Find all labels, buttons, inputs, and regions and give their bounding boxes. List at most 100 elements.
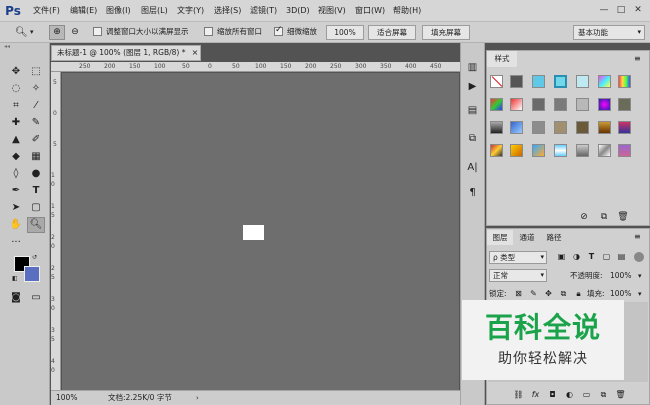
close-window-button[interactable]: ✕ bbox=[630, 3, 646, 17]
brush-tool-icon[interactable]: ✎ bbox=[28, 116, 44, 130]
style-swatch[interactable] bbox=[618, 144, 631, 157]
character-panel-icon[interactable]: A| bbox=[464, 160, 481, 175]
layer-mask-icon[interactable]: ◘ bbox=[547, 389, 558, 401]
lock-transparent-icon[interactable]: ⊠ bbox=[513, 288, 524, 300]
trash-icon[interactable]: 🗑︎ bbox=[617, 211, 629, 223]
style-swatch[interactable] bbox=[532, 121, 545, 134]
clone-stamp-tool-icon[interactable]: ▲ bbox=[8, 133, 24, 147]
new-style-icon[interactable]: ⧉ bbox=[598, 211, 610, 223]
crop-tool-icon[interactable]: ⌗ bbox=[8, 99, 24, 113]
screen-mode-icon[interactable]: ▭ bbox=[28, 291, 44, 305]
style-swatch[interactable] bbox=[510, 144, 523, 157]
tab-styles[interactable]: 样式 bbox=[487, 51, 517, 67]
chevron-down-icon[interactable]: ▾ bbox=[638, 288, 642, 300]
menu-type[interactable]: 文字(Y) bbox=[177, 4, 204, 18]
type-tool-icon[interactable]: T bbox=[28, 184, 44, 198]
eraser-tool-icon[interactable]: ◆ bbox=[8, 150, 24, 164]
healing-brush-tool-icon[interactable]: ✚ bbox=[8, 116, 24, 130]
tab-channels[interactable]: 通道 bbox=[514, 230, 540, 245]
tab-layers[interactable]: 图层 bbox=[487, 230, 513, 245]
move-tool-icon[interactable]: ✥ bbox=[8, 65, 24, 79]
style-swatch[interactable] bbox=[554, 144, 567, 157]
marquee-tool-icon[interactable]: ⬚ bbox=[28, 65, 44, 79]
style-swatch[interactable] bbox=[490, 121, 503, 134]
new-layer-icon[interactable]: ⧉ bbox=[598, 389, 609, 401]
properties-panel-icon[interactable]: ▤ bbox=[464, 103, 481, 118]
magic-wand-tool-icon[interactable]: ✧ bbox=[28, 82, 44, 96]
style-swatch[interactable] bbox=[532, 144, 545, 157]
opacity-value[interactable]: 100% bbox=[610, 270, 631, 282]
chevron-down-icon[interactable]: ▾ bbox=[30, 25, 38, 40]
style-swatch[interactable] bbox=[618, 98, 631, 111]
filter-pixel-icon[interactable]: ▣ bbox=[556, 251, 567, 263]
style-swatch[interactable] bbox=[618, 121, 631, 134]
zoom-tool-preset-icon[interactable]: 🔍︎ bbox=[15, 25, 29, 40]
style-swatch[interactable] bbox=[510, 75, 523, 88]
zoom-100-button[interactable]: 100% bbox=[326, 25, 364, 40]
trash-icon[interactable]: 🗑︎ bbox=[615, 389, 626, 401]
more-tools-icon[interactable]: ··· bbox=[8, 236, 24, 250]
menu-3d[interactable]: 3D(D) bbox=[286, 4, 310, 18]
shape-tool-icon[interactable]: ▢ bbox=[28, 201, 44, 215]
path-selection-tool-icon[interactable]: ➤ bbox=[8, 201, 24, 215]
chevron-right-icon[interactable]: › bbox=[196, 391, 199, 405]
style-swatch-none[interactable] bbox=[490, 75, 503, 88]
background-color-swatch[interactable] bbox=[24, 266, 40, 282]
style-swatch[interactable] bbox=[532, 75, 545, 88]
menu-file[interactable]: 文件(F) bbox=[33, 4, 60, 18]
menu-help[interactable]: 帮助(H) bbox=[393, 4, 421, 18]
fill-value[interactable]: 100% bbox=[610, 288, 631, 300]
filter-smart-object-icon[interactable]: ▤ bbox=[616, 251, 627, 263]
scrubby-zoom-checkbox[interactable] bbox=[274, 25, 283, 36]
filter-toggle[interactable] bbox=[634, 252, 644, 262]
blur-tool-icon[interactable]: ◊ bbox=[8, 167, 24, 181]
panel-menu-icon[interactable]: ≡ bbox=[634, 232, 646, 242]
layer-effects-icon[interactable]: fx bbox=[530, 389, 541, 401]
clear-style-icon[interactable]: ⊘ bbox=[578, 211, 590, 223]
maximize-button[interactable]: □ bbox=[613, 3, 629, 17]
status-zoom[interactable]: 100% bbox=[56, 391, 77, 405]
zoom-all-windows-checkbox[interactable] bbox=[204, 27, 213, 36]
group-folder-icon[interactable]: ▭ bbox=[581, 389, 592, 401]
style-swatch[interactable] bbox=[490, 144, 503, 157]
blend-mode-select[interactable]: 正常 ▾ bbox=[489, 269, 547, 282]
quick-mask-icon[interactable]: ◙ bbox=[8, 291, 24, 305]
zoom-tool-icon[interactable]: 🔍︎ bbox=[27, 217, 45, 233]
dodge-tool-icon[interactable]: ● bbox=[28, 167, 44, 181]
pen-tool-icon[interactable]: ✒ bbox=[8, 184, 24, 198]
filter-adjustment-icon[interactable]: ◑ bbox=[571, 251, 582, 263]
actions-panel-icon[interactable]: ▶ bbox=[464, 79, 481, 94]
history-panel-icon[interactable]: ▥ bbox=[464, 60, 481, 75]
lock-artboard-icon[interactable]: ⧉ bbox=[558, 288, 569, 300]
menu-view[interactable]: 视图(V) bbox=[318, 4, 346, 18]
workspace-select[interactable]: 基本功能 ▾ bbox=[573, 25, 645, 40]
layer-kind-filter[interactable]: ρ 类型 ▾ bbox=[489, 251, 547, 264]
style-swatch[interactable] bbox=[576, 75, 589, 88]
style-swatch[interactable] bbox=[598, 144, 611, 157]
resize-windows-checkbox[interactable] bbox=[93, 27, 102, 36]
link-layers-icon[interactable]: ⛓︎ bbox=[513, 389, 524, 401]
photoshop-logo[interactable]: Ps bbox=[3, 2, 23, 20]
lock-all-icon[interactable]: 🔒︎ bbox=[573, 288, 584, 300]
filter-shape-icon[interactable]: ▢ bbox=[601, 251, 612, 263]
hand-tool-icon[interactable]: ✋ bbox=[8, 218, 24, 232]
style-swatch[interactable] bbox=[598, 121, 611, 134]
style-swatch[interactable] bbox=[490, 98, 503, 111]
menu-select[interactable]: 选择(S) bbox=[214, 4, 241, 18]
tab-paths[interactable]: 路径 bbox=[541, 230, 567, 245]
close-icon[interactable]: × bbox=[190, 46, 200, 60]
style-swatch[interactable] bbox=[576, 121, 589, 134]
paragraph-panel-icon[interactable]: ¶ bbox=[464, 185, 481, 200]
menu-window[interactable]: 窗口(W) bbox=[355, 4, 385, 18]
lock-position-icon[interactable]: ✥ bbox=[543, 288, 554, 300]
style-swatch[interactable] bbox=[576, 144, 589, 157]
style-swatch[interactable] bbox=[576, 98, 589, 111]
style-swatch[interactable] bbox=[510, 121, 523, 134]
style-swatch[interactable] bbox=[554, 75, 567, 88]
eyedropper-tool-icon[interactable]: ⁄ bbox=[28, 99, 44, 113]
lasso-tool-icon[interactable]: ◌ bbox=[8, 82, 24, 96]
style-swatch[interactable] bbox=[554, 121, 567, 134]
panel-collapse-handle[interactable]: ◂◂ bbox=[4, 44, 44, 50]
history-brush-tool-icon[interactable]: ✐ bbox=[28, 133, 44, 147]
gradient-tool-icon[interactable]: ▦ bbox=[28, 150, 44, 164]
